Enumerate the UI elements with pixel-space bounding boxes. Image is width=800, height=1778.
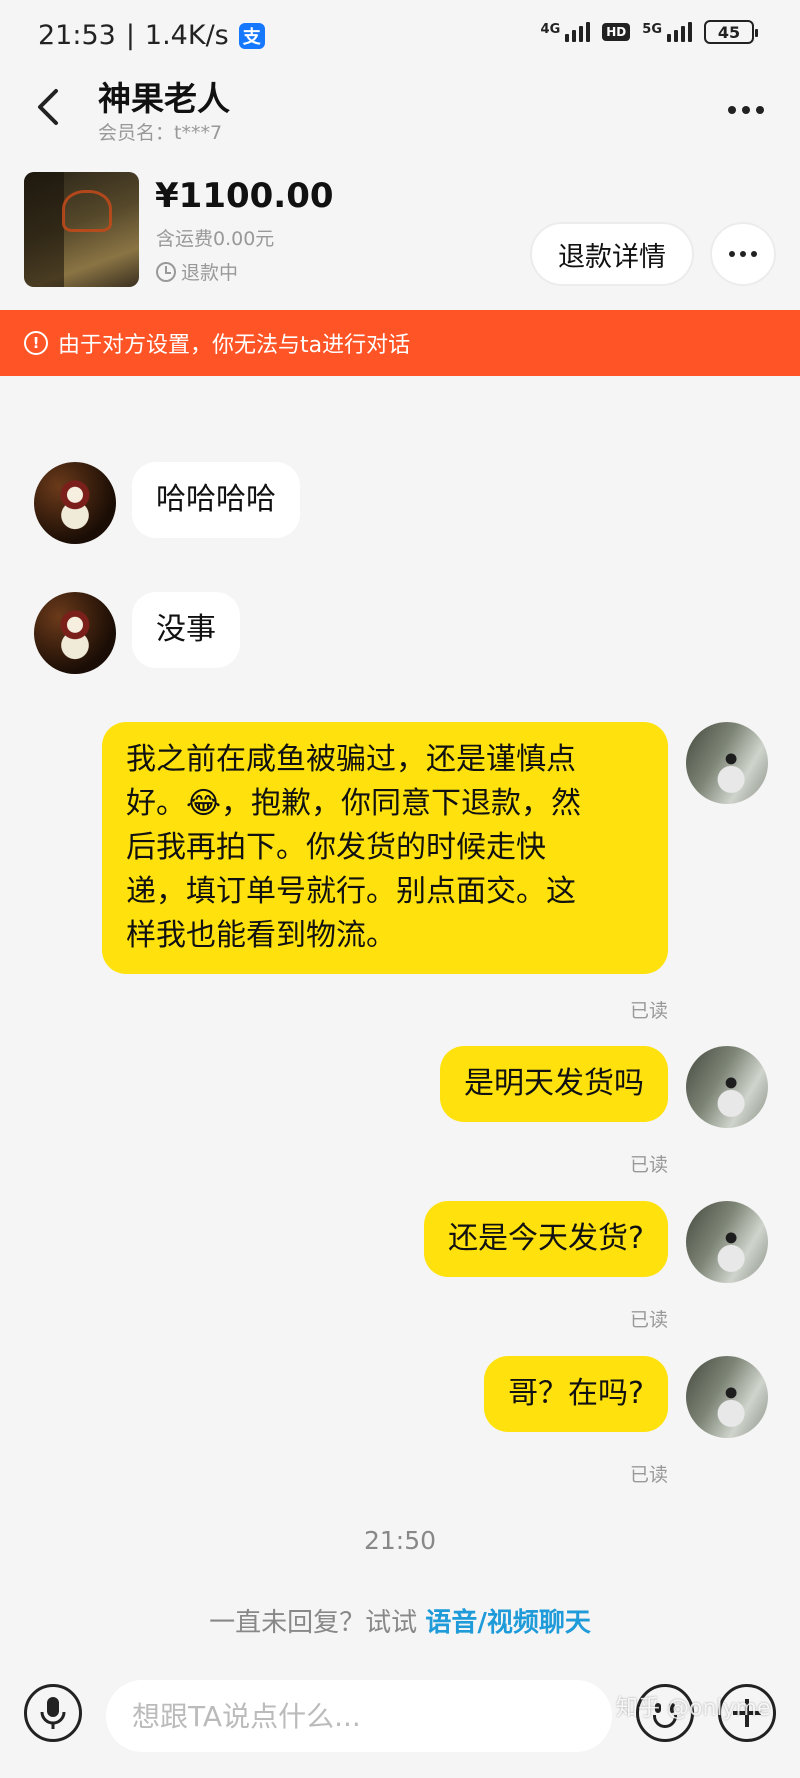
member-id: 会员名：t***7	[98, 122, 223, 144]
dot-icon	[729, 251, 735, 257]
avatar[interactable]	[686, 1046, 768, 1128]
message-bubble[interactable]: 没事	[132, 592, 240, 668]
status-right: 4G HD 5G 45	[541, 20, 758, 44]
dot-icon	[751, 251, 757, 257]
voice-input-button[interactable]	[24, 1684, 82, 1742]
battery-level: 45	[717, 22, 741, 42]
dot-icon	[740, 251, 746, 257]
blocked-banner: ! 由于对方设置，你无法与ta进行对话	[0, 310, 800, 376]
product-price: ¥1100.00	[155, 176, 334, 216]
dot-icon	[742, 106, 750, 114]
message-line: 我之前在咸鱼被骗过，还是谨慎点	[126, 742, 576, 777]
watermark: 知乎 @onlyme	[616, 1696, 771, 1721]
avatar[interactable]	[686, 1356, 768, 1438]
reply-hint: 一直未回复？试试 语音/视频聊天	[0, 1602, 800, 1639]
alipay-icon: 支	[238, 22, 265, 49]
refund-details-button[interactable]: 退款详情	[530, 222, 694, 286]
chat-timestamp: 21:50	[363, 1526, 437, 1555]
signal-5g-icon: 5G	[642, 22, 692, 42]
read-receipt: 已读	[629, 1000, 668, 1022]
status-separator: |	[125, 20, 135, 51]
message-bubble[interactable]: 哈哈哈哈	[132, 462, 300, 538]
message-line: 递，填订单号就行。别点面交。这	[126, 874, 576, 909]
refund-status: 退款中	[156, 258, 238, 285]
message-bubble[interactable]: 是明天发货吗	[440, 1046, 668, 1122]
message-bubble[interactable]: 还是今天发货?	[424, 1201, 668, 1277]
clock-icon	[156, 261, 176, 282]
hd-icon: HD	[602, 23, 631, 41]
chat-area[interactable]: 已读 哈哈哈哈 没事 我之前在咸鱼被骗过，还是谨慎点 好。😂，抱歉，你同意下退款…	[0, 310, 800, 1660]
clock-time: 21:53	[38, 20, 116, 51]
message-line: 好。😂，抱歉，你同意下退款，然	[126, 786, 582, 821]
voice-video-chat-link[interactable]: 语音/视频聊天	[425, 1608, 591, 1638]
contact-name: 神果老人	[98, 79, 230, 118]
read-receipt: 已读	[629, 1464, 668, 1486]
product-card: ¥1100.00 含运费0.00元 退款中 退款详情	[0, 160, 800, 310]
battery-icon: 45	[704, 20, 758, 44]
back-button[interactable]	[28, 82, 68, 132]
banner-text: 由于对方设置，你无法与ta进行对话	[58, 333, 411, 358]
dot-icon	[728, 106, 736, 114]
network-speed: 1.4K/s	[144, 20, 229, 51]
dot-icon	[756, 106, 764, 114]
read-receipt: 已读	[629, 1309, 668, 1331]
avatar[interactable]	[34, 592, 116, 674]
message-line: 样我也能看到物流。	[126, 918, 396, 953]
hint-text: 一直未回复？试试	[209, 1608, 426, 1638]
microphone-icon	[40, 1697, 66, 1729]
chevron-left-icon	[38, 89, 58, 125]
avatar[interactable]	[686, 722, 768, 804]
warning-icon: !	[24, 331, 48, 355]
message-line: 后我再拍下。你发货的时候走快	[126, 830, 546, 865]
product-image[interactable]	[24, 172, 139, 287]
read-receipt: 已读	[629, 1154, 668, 1176]
status-left: 21:53 | 1.4K/s 支	[38, 20, 265, 51]
shipping-fee: 含运费0.00元	[156, 228, 275, 250]
message-bubble[interactable]: 我之前在咸鱼被骗过，还是谨慎点 好。😂，抱歉，你同意下退款，然 后我再拍下。你发…	[102, 722, 668, 974]
card-more-button[interactable]	[710, 222, 776, 286]
chat-header: 神果老人 会员名：t***7	[0, 70, 800, 150]
avatar[interactable]	[34, 462, 116, 544]
message-input[interactable]	[106, 1680, 612, 1752]
more-options-button[interactable]	[722, 88, 770, 132]
avatar[interactable]	[686, 1201, 768, 1283]
signal-4g-icon: 4G	[541, 22, 591, 42]
message-bubble[interactable]: 哥？在吗?	[484, 1356, 668, 1432]
status-bar: 21:53 | 1.4K/s 支 4G HD 5G 45	[0, 0, 800, 76]
refund-status-text: 退款中	[181, 262, 239, 284]
